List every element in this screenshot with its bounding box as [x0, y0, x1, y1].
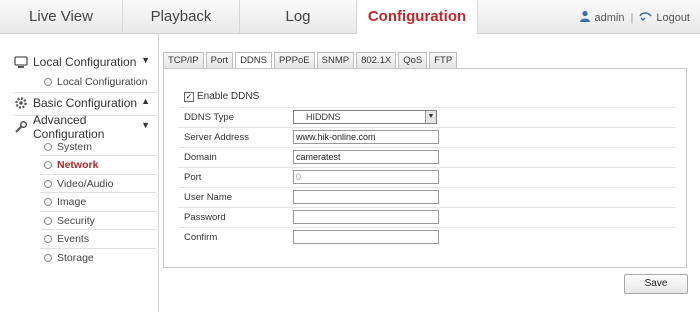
user-icon: [579, 10, 591, 25]
divider: [40, 248, 156, 249]
sidebar-item-security[interactable]: Security: [44, 215, 95, 227]
nav-tab-configuration[interactable]: Configuration: [357, 0, 478, 35]
local-config-icon: [14, 55, 28, 69]
chevron-up-icon: ▲: [141, 96, 150, 106]
bullet-icon: [44, 180, 52, 188]
sidebar-item-network[interactable]: Network: [44, 159, 98, 171]
sidebar-item-system[interactable]: System: [44, 141, 92, 153]
username-row: User Name: [178, 187, 676, 208]
sidebar: Local Configuration ▼ Local Configuratio…: [0, 34, 159, 312]
ddns-type-value: HIDDNS: [306, 112, 341, 122]
bullet-icon: [44, 198, 52, 206]
domain-row: Domain cameratest: [178, 147, 676, 168]
enable-ddns-row: ✓ Enable DDNS: [184, 91, 259, 102]
sidebar-item-video-audio[interactable]: Video/Audio: [44, 178, 113, 190]
divider: [40, 155, 156, 156]
sidebar-advanced-configuration[interactable]: Advanced Configuration ▼: [14, 113, 154, 141]
network-tabs: TCP/IP Port DDNS PPPoE SNMP 802.1X QoS F…: [163, 52, 459, 70]
tab-ftp[interactable]: FTP: [429, 52, 458, 69]
wrench-icon: [14, 120, 28, 134]
server-address-row: Server Address www.hik-online.com: [178, 127, 676, 148]
enable-ddns-checkbox[interactable]: ✓: [184, 91, 194, 102]
chevron-down-icon: ▼: [141, 120, 150, 130]
password-input[interactable]: [293, 210, 439, 224]
nav-tab-playback[interactable]: Playback: [123, 0, 240, 33]
password-row: Password: [178, 207, 676, 228]
ddns-type-row: DDNS Type HIDDNS ▼: [178, 107, 676, 128]
ddns-type-label: DDNS Type: [184, 112, 234, 123]
bullet-icon: [44, 143, 52, 151]
nav-tab-live-view[interactable]: Live View: [0, 0, 123, 33]
sidebar-item-label: Video/Audio: [57, 178, 114, 190]
tab-qos[interactable]: QoS: [398, 52, 428, 69]
sidebar-item-storage[interactable]: Storage: [44, 252, 94, 264]
dropdown-arrow-icon[interactable]: ▼: [425, 111, 436, 123]
port-label: Port: [184, 172, 202, 183]
sidebar-local-title: Local Configuration: [33, 55, 137, 69]
server-address-label: Server Address: [184, 132, 249, 143]
sidebar-item-events[interactable]: Events: [44, 233, 89, 245]
user-box: admin | Logout: [579, 10, 690, 25]
top-navigation: Live View Playback Log Configuration adm…: [0, 0, 700, 35]
sidebar-basic-title: Basic Configuration: [33, 96, 138, 110]
bullet-icon: [44, 254, 52, 262]
ddns-panel: ✓ Enable DDNS DDNS Type HIDDNS ▼ Server …: [163, 68, 687, 268]
user-divider: |: [630, 11, 634, 24]
domain-label: Domain: [184, 152, 217, 163]
divider: [40, 229, 156, 230]
confirm-label: Confirm: [184, 232, 218, 243]
nav-tab-log[interactable]: Log: [240, 0, 357, 33]
tab-8021x[interactable]: 802.1X: [356, 52, 397, 69]
tab-snmp[interactable]: SNMP: [316, 52, 355, 69]
tab-pppoe[interactable]: PPPoE: [273, 52, 315, 69]
sidebar-item-label: Local Configuration: [57, 76, 148, 88]
domain-input[interactable]: cameratest: [293, 150, 439, 164]
logout-link[interactable]: Logout: [656, 12, 690, 24]
sidebar-advanced-title: Advanced Configuration: [33, 113, 105, 141]
bullet-icon: [44, 235, 52, 243]
confirm-input[interactable]: [293, 230, 439, 244]
chevron-down-icon: ▼: [141, 55, 150, 65]
ddns-type-select[interactable]: HIDDNS ▼: [293, 110, 437, 124]
tab-port[interactable]: Port: [205, 52, 234, 69]
username-label: admin: [594, 11, 625, 24]
sidebar-item-label: Image: [57, 196, 87, 208]
username-label: User Name: [184, 192, 233, 203]
sidebar-item-label: Events: [57, 233, 90, 245]
sidebar-item-label: Storage: [57, 252, 94, 264]
gear-icon: [14, 96, 28, 110]
logout-icon[interactable]: [639, 11, 652, 24]
sidebar-item-label: System: [57, 141, 93, 153]
sidebar-item-label: Security: [57, 215, 95, 227]
sidebar-basic-configuration[interactable]: Basic Configuration ▲: [14, 93, 154, 113]
save-button[interactable]: Save: [624, 274, 688, 294]
port-input[interactable]: 0: [293, 170, 439, 184]
enable-ddns-label: Enable DDNS: [197, 91, 260, 102]
divider: [40, 192, 156, 193]
sidebar-local-configuration[interactable]: Local Configuration ▼: [14, 52, 154, 72]
port-row: Port 0: [178, 167, 676, 188]
sidebar-item-image[interactable]: Image: [44, 196, 86, 208]
server-address-input[interactable]: www.hik-online.com: [293, 130, 439, 144]
bullet-icon: [44, 78, 52, 86]
password-label: Password: [184, 212, 226, 223]
tab-tcpip[interactable]: TCP/IP: [163, 52, 204, 69]
username-input[interactable]: [293, 190, 439, 204]
sidebar-item-label: Network: [57, 159, 99, 171]
divider: [40, 211, 156, 212]
bullet-icon: [44, 161, 52, 169]
confirm-row: Confirm: [178, 227, 676, 248]
bullet-icon: [44, 217, 52, 225]
sidebar-item-local-configuration[interactable]: Local Configuration: [44, 76, 147, 88]
divider: [40, 174, 156, 175]
